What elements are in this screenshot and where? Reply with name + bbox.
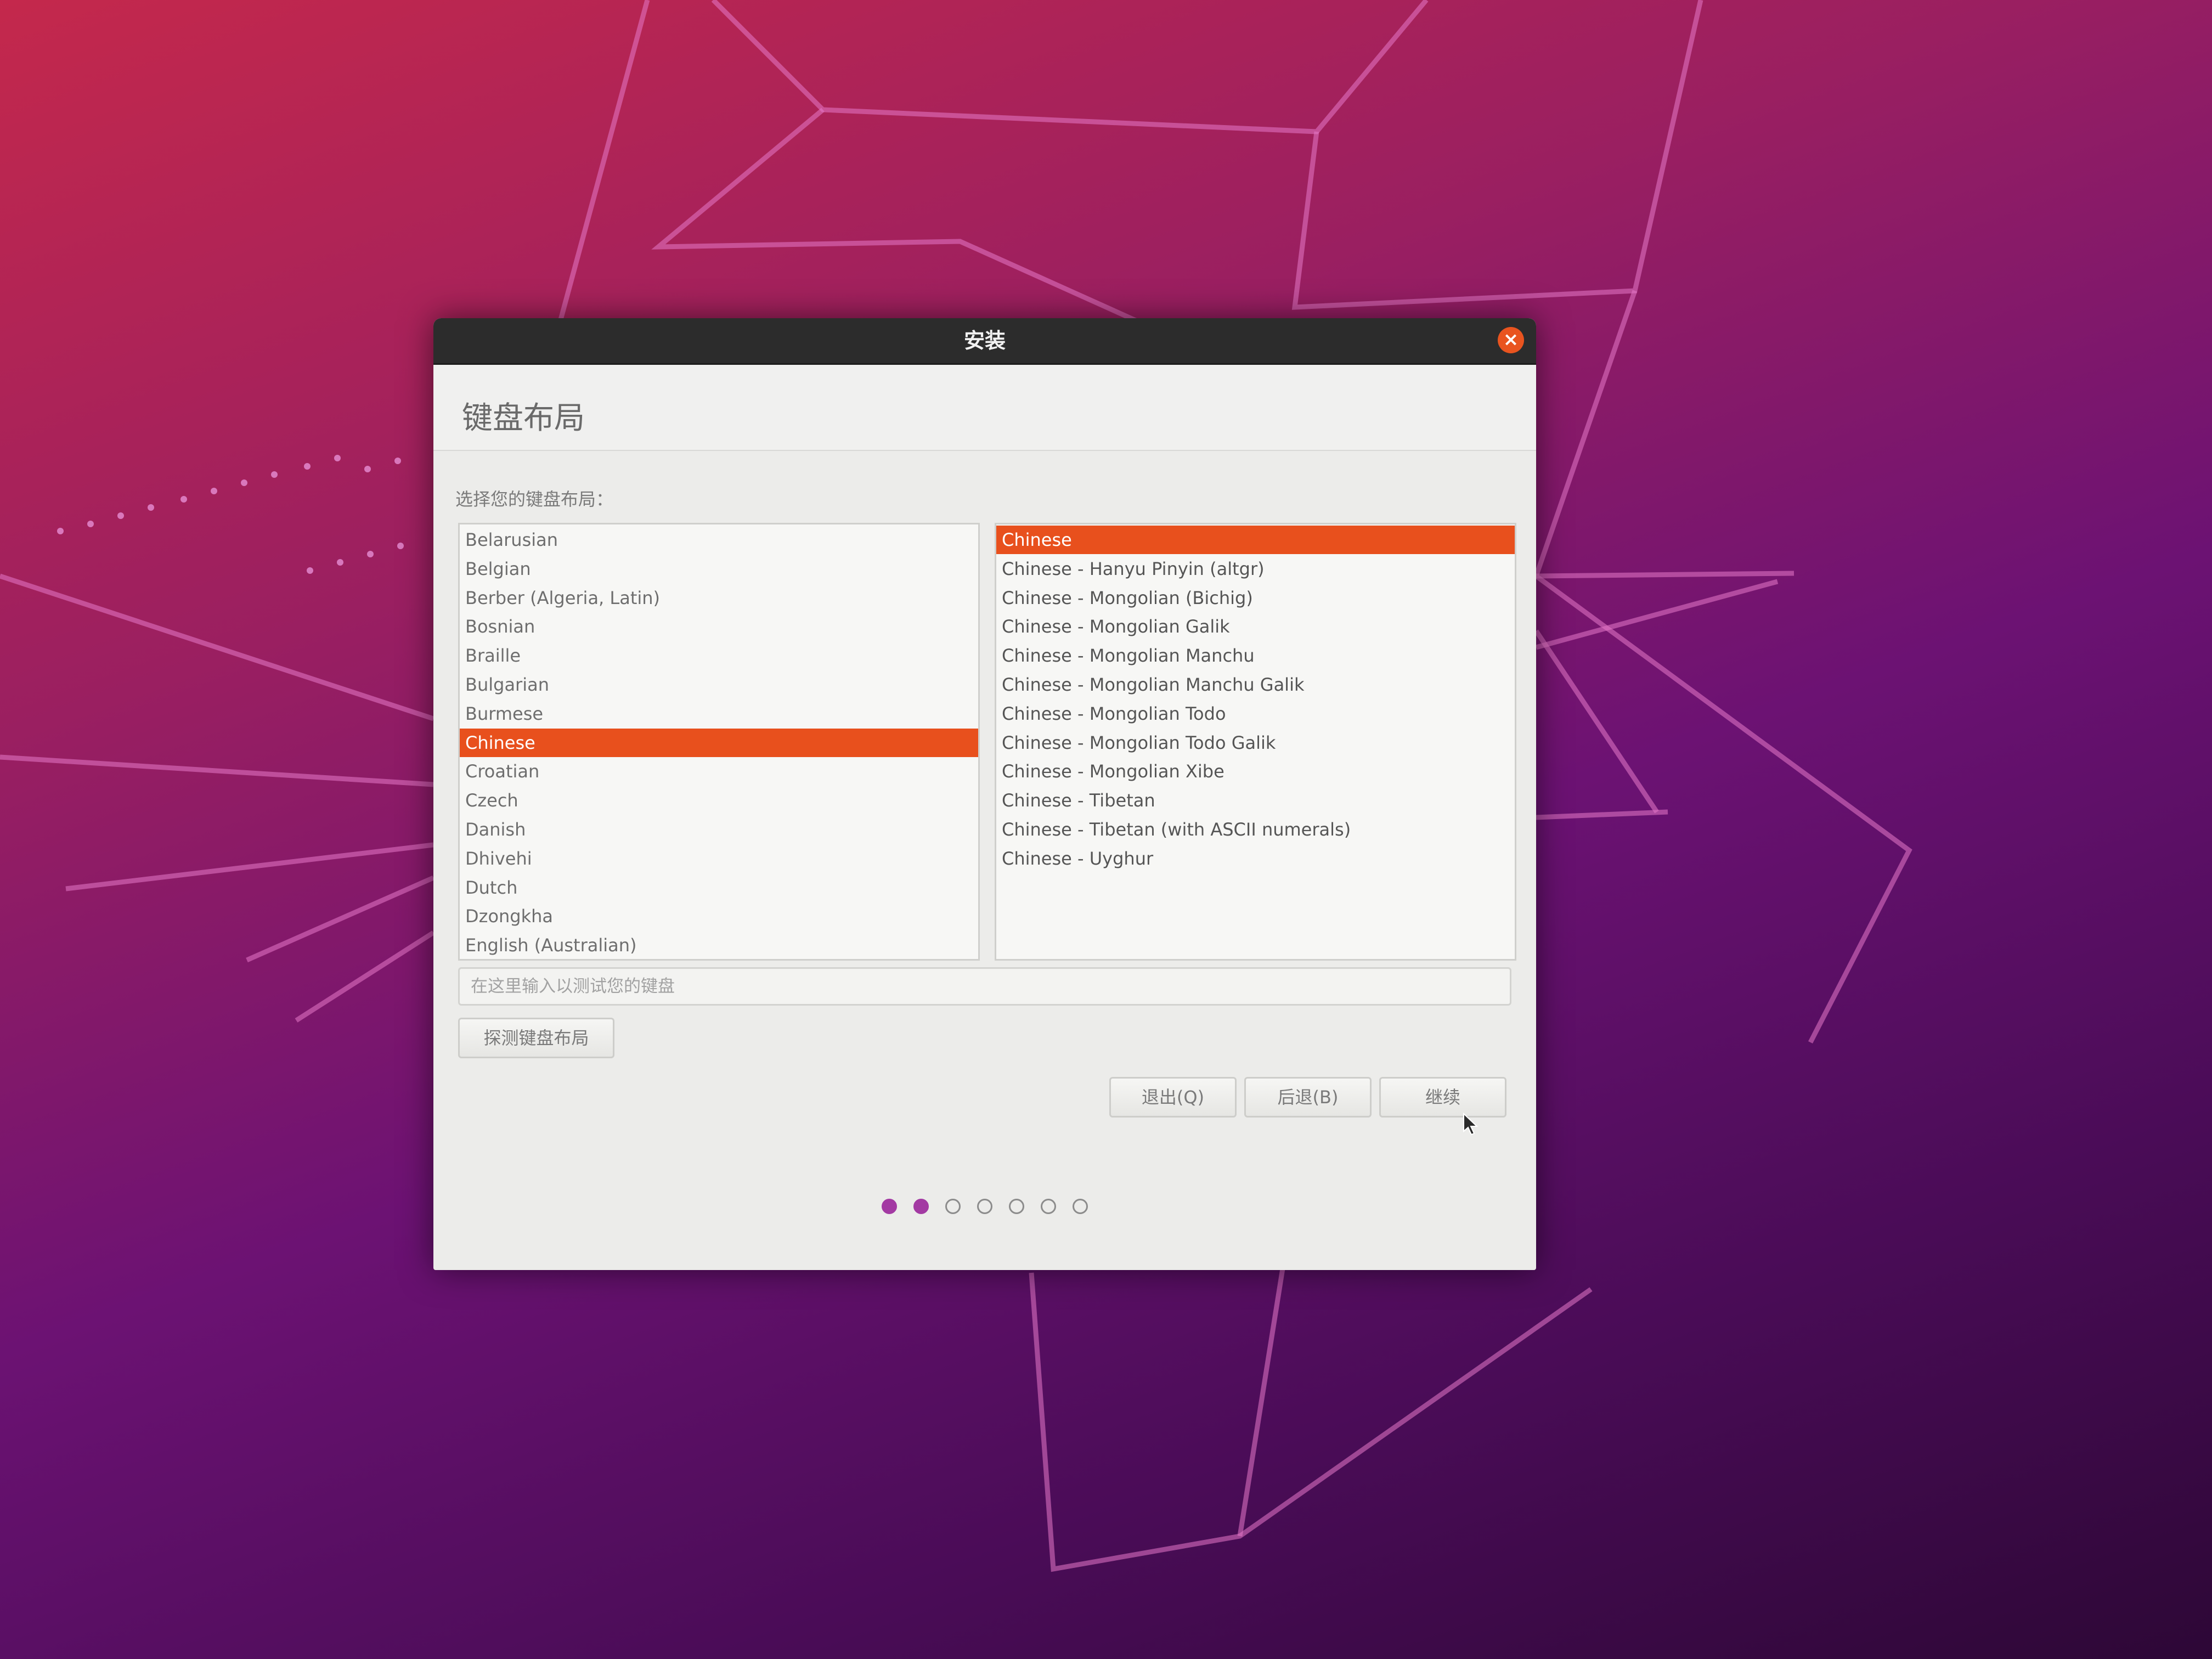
list-item[interactable]: Chinese - Mongolian Manchu — [996, 641, 1515, 670]
progress-step-dot — [1009, 1199, 1024, 1214]
list-item[interactable]: Chinese - Mongolian Manchu Galik — [996, 670, 1515, 699]
close-icon[interactable]: × — [1498, 327, 1524, 353]
list-item[interactable]: Dutch — [460, 873, 978, 902]
list-item[interactable]: Chinese — [996, 526, 1515, 554]
list-item[interactable]: Chinese — [460, 728, 978, 757]
list-item[interactable]: Belgian — [460, 555, 978, 583]
list-item[interactable]: Chinese - Tibetan — [996, 786, 1515, 815]
list-item[interactable]: Czech — [460, 786, 978, 815]
progress-step-dot — [945, 1199, 961, 1214]
mouse-cursor-icon — [1463, 1113, 1479, 1136]
list-item[interactable]: Braille — [460, 641, 978, 670]
progress-step-dot — [882, 1199, 897, 1214]
list-item[interactable]: Danish — [460, 815, 978, 844]
continue-button[interactable]: 继续 — [1379, 1077, 1506, 1118]
list-item[interactable]: Bulgarian — [460, 670, 978, 699]
list-item[interactable]: Croatian — [460, 757, 978, 786]
page-header: 键盘布局 — [433, 365, 1536, 451]
quit-button[interactable]: 退出(Q) — [1109, 1077, 1237, 1118]
list-item[interactable]: Berber (Algeria, Latin) — [460, 584, 978, 612]
keyboard-test-input[interactable] — [458, 967, 1511, 1006]
installer-window: 安装 × 键盘布局 选择您的键盘布局： Belarusian Belgian Ber… — [433, 318, 1536, 1270]
list-item[interactable]: English (Australian) — [460, 931, 978, 959]
list-item[interactable]: Chinese - Mongolian Xibe — [996, 757, 1515, 786]
list-item[interactable]: Bosnian — [460, 612, 978, 641]
progress-step-dot — [1073, 1199, 1088, 1214]
list-item[interactable]: Dhivehi — [460, 844, 978, 873]
list-item[interactable]: Chinese - Uyghur — [996, 844, 1515, 873]
list-item[interactable]: Chinese - Mongolian (Bichig) — [996, 584, 1515, 612]
keyboard-layout-list[interactable]: Belarusian Belgian Berber (Algeria, Latin)… — [458, 523, 980, 961]
window-title: 安装 — [963, 329, 1006, 353]
progress-step-dot — [1041, 1199, 1056, 1214]
progress-step-dot — [913, 1199, 929, 1214]
list-item[interactable]: Chinese - Tibetan (with ASCII numerals) — [996, 815, 1515, 844]
list-item[interactable]: Chinese - Mongolian Todo Galik — [996, 729, 1515, 757]
back-button[interactable]: 后退(B) — [1244, 1077, 1372, 1118]
list-item[interactable]: Chinese - Hanyu Pinyin (altgr) — [996, 555, 1515, 583]
window-titlebar[interactable]: 安装 × — [433, 318, 1536, 365]
list-item[interactable]: Belarusian — [460, 526, 978, 554]
list-item[interactable]: Chinese - Mongolian Galik — [996, 612, 1515, 641]
progress-step-dot — [977, 1199, 992, 1214]
page-title: 键盘布局 — [462, 400, 585, 436]
list-item[interactable]: Dzongkha — [460, 902, 978, 930]
detect-layout-button[interactable]: 探测键盘布局 — [458, 1018, 614, 1058]
layout-prompt-label: 选择您的键盘布局： — [455, 489, 614, 510]
list-item[interactable]: Chinese - Mongolian Todo — [996, 699, 1515, 728]
list-item[interactable]: Burmese — [460, 699, 978, 728]
keyboard-variant-list[interactable]: Chinese Chinese - Hanyu Pinyin (altgr) Chi… — [995, 523, 1516, 961]
progress-indicator — [433, 1199, 1536, 1226]
